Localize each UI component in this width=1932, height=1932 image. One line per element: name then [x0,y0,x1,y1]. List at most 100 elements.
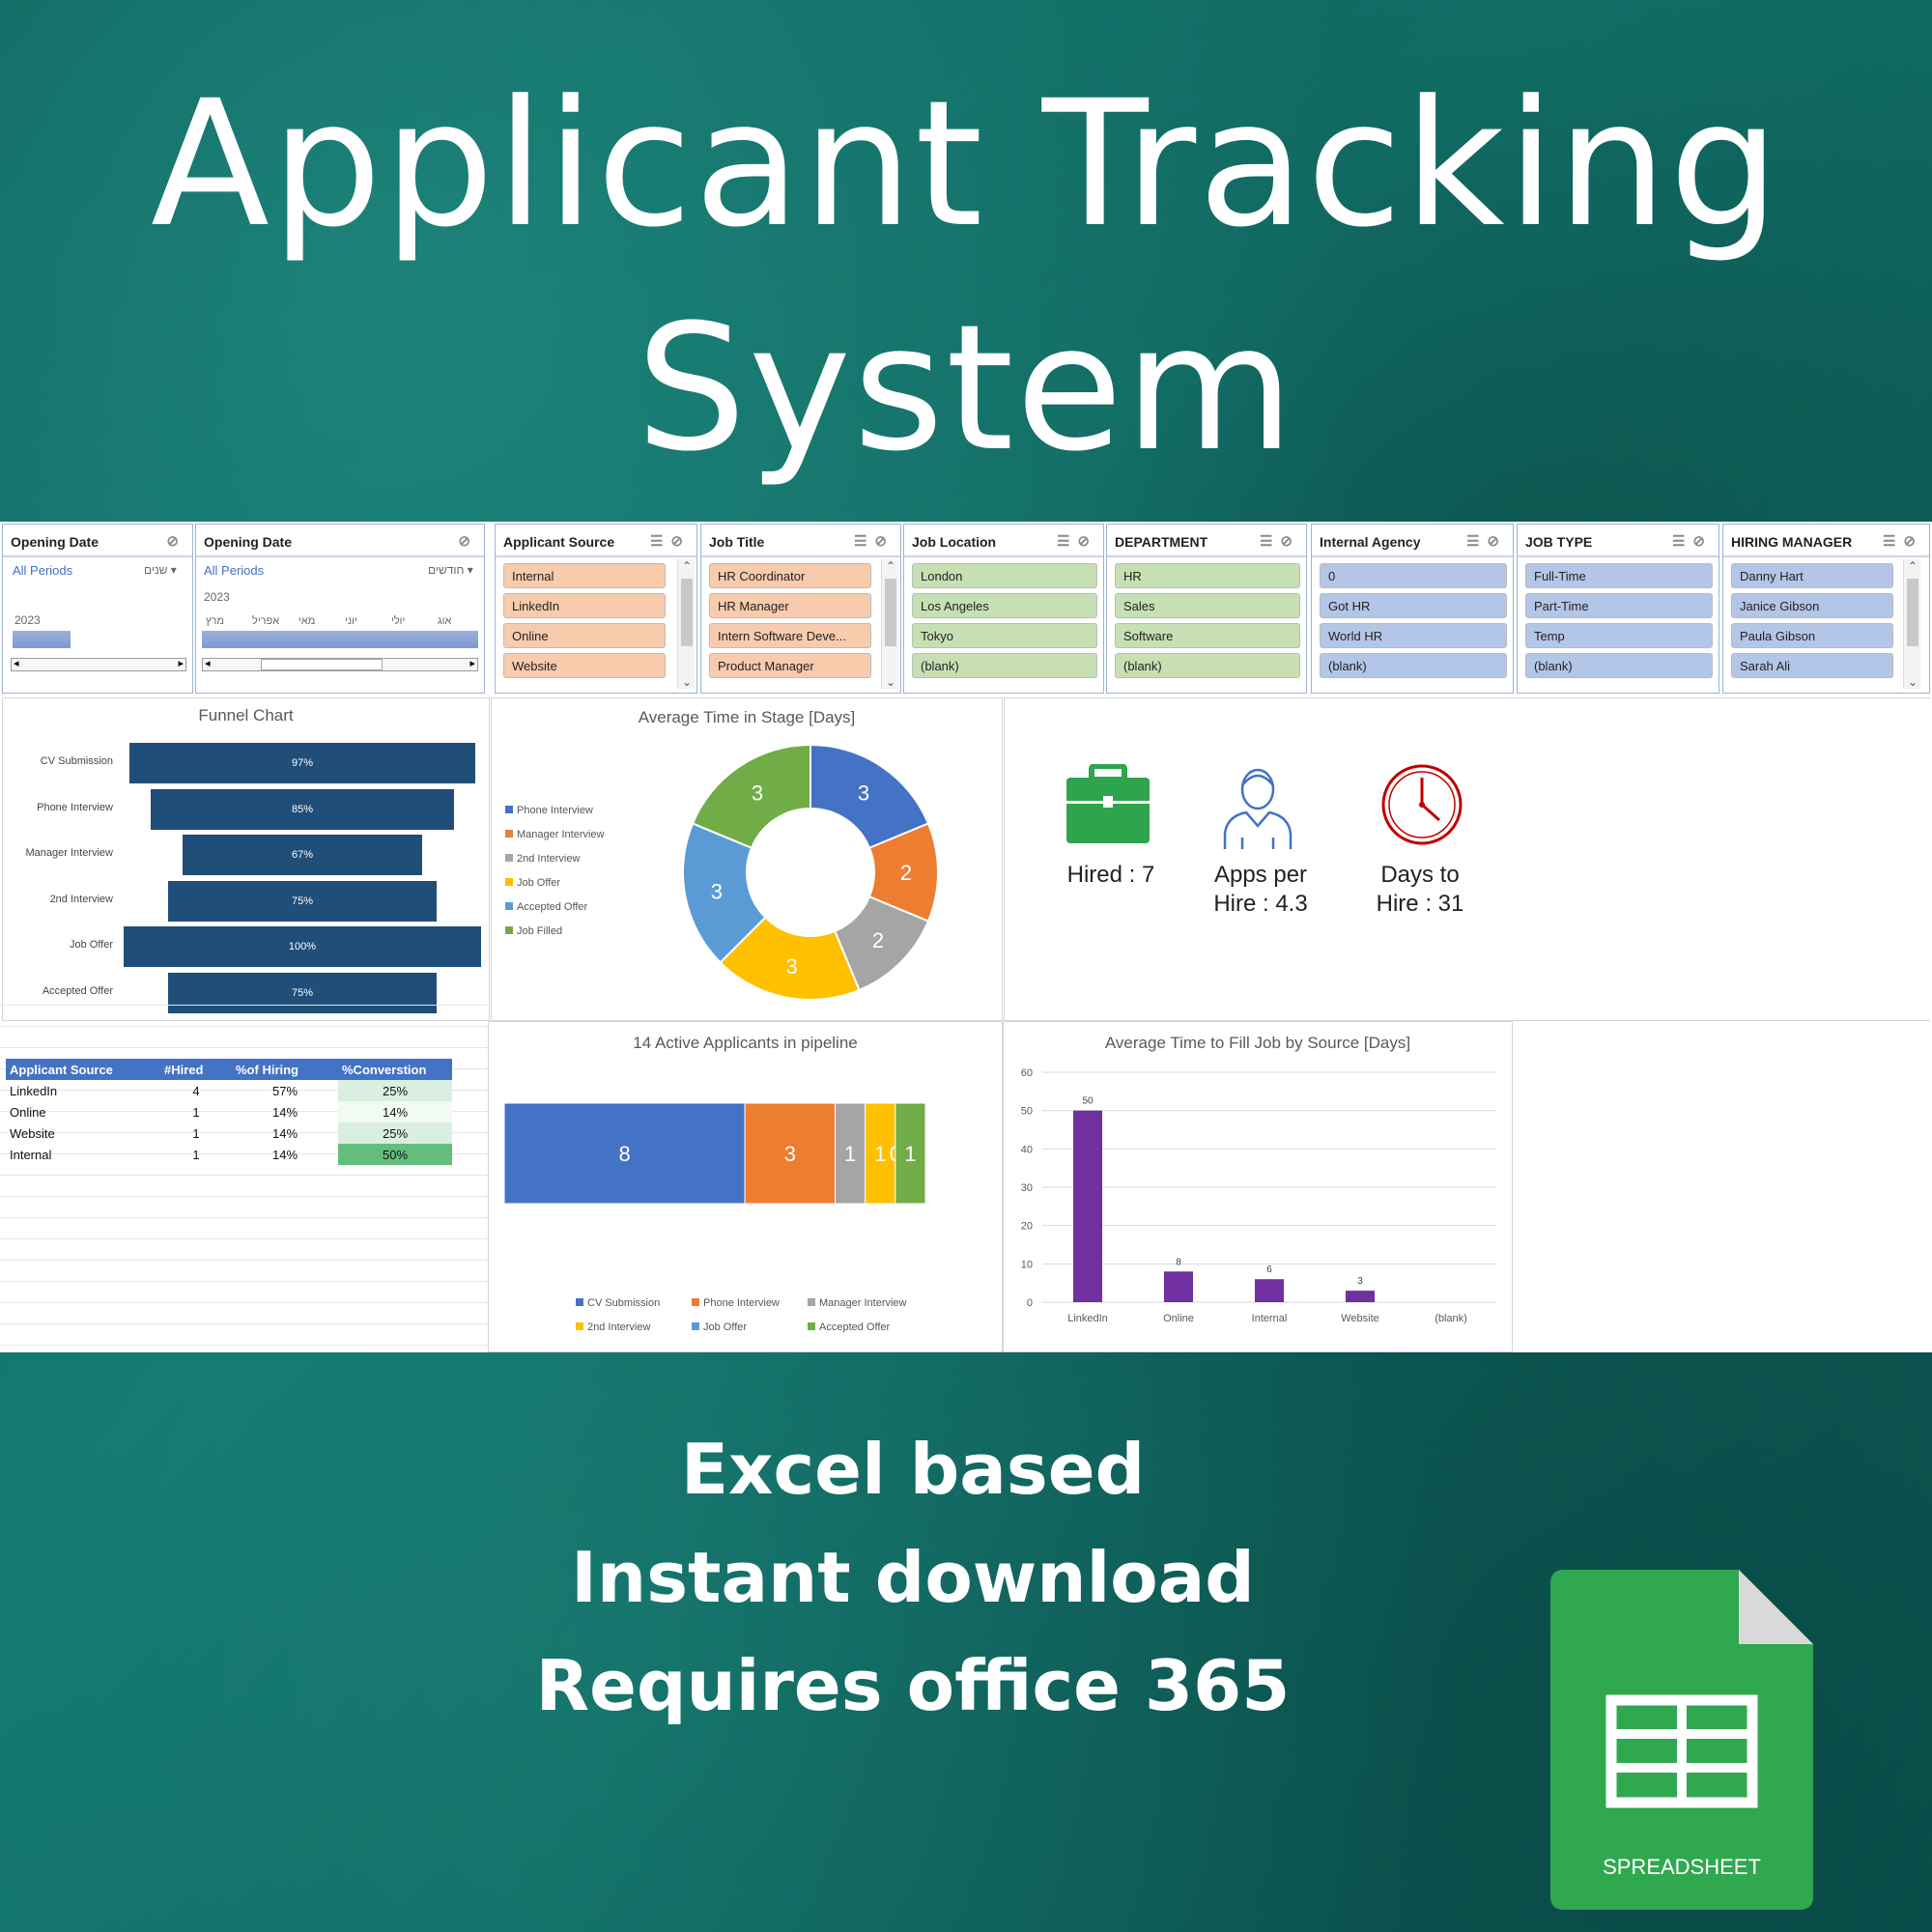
slicer-item[interactable]: Online [503,623,666,648]
funnel-bar: 85% [150,788,455,830]
legend-label: Manager Interview [819,1297,907,1309]
scroll-right-icon[interactable]: ▸ [178,657,184,669]
slicer-item[interactable]: HR Coordinator [709,563,871,588]
timeline-period-bar[interactable] [202,631,478,648]
slicer-item[interactable]: HR [1115,563,1300,588]
slicer-item[interactable]: Full-Time [1525,563,1713,588]
cell-conversion: 25% [338,1122,452,1144]
chart-title: Average Time to Fill Job by Source [Days… [1104,1034,1411,1052]
legend-item: Job Filled [505,925,562,937]
slicer-job-title: Job Title ☰⊘ HR Coordinator HR Manager I… [700,524,901,694]
hero-title: Applicant Tracking System [0,53,1932,501]
multi-select-icon[interactable]: ☰⊘ [1466,532,1507,550]
slicer-item[interactable]: Tokyo [912,623,1097,648]
slicer-title: Job Location [912,534,997,550]
y-tick-label: 40 [1021,1144,1033,1155]
cell-source: Internal [10,1147,52,1162]
slicer-item[interactable]: 0 [1320,563,1507,588]
timeline-opening-date-months[interactable]: Opening Date ⊘ All Periods חודשים ▾ 2023… [195,524,485,694]
slicer-item[interactable]: Product Manager [709,653,871,678]
legend-label: 2nd Interview [587,1321,651,1333]
cell-source: Website [10,1125,55,1141]
funnel-bar: 75% [168,880,437,922]
slicer-item[interactable]: Los Angeles [912,593,1097,618]
timeline-month: מרץ [206,615,224,627]
timeline-header: Opening Date ⊘ [196,525,484,557]
slicer-item[interactable]: (blank) [1525,653,1713,678]
multi-select-icon[interactable]: ☰⊘ [1883,532,1923,550]
timeline-period-bar[interactable] [13,631,71,648]
slicer-title: Internal Agency [1320,534,1421,550]
slicer-item[interactable]: Temp [1525,623,1713,648]
legend-item: CV Submission [576,1297,660,1309]
slicer-hiring-manager: HIRING MANAGER ☰⊘ Danny Hart Janice Gibs… [1722,524,1930,694]
column-header: Applicant Source [6,1059,160,1080]
slicer-item[interactable]: World HR [1320,623,1507,648]
slicer-scrollbar[interactable]: ⌃ ⌄ [1903,559,1920,689]
timeline-level-dropdown[interactable]: שנים ▾ [144,563,177,577]
slicer-item[interactable]: Danny Hart [1731,563,1893,588]
slicer-item[interactable]: HR Manager [709,593,871,618]
slicer-item[interactable]: Sales [1115,593,1300,618]
pipeline-data-label: 1 [904,1142,916,1166]
slicer-item[interactable]: (blank) [912,653,1097,678]
slicer-item[interactable]: LinkedIn [503,593,666,618]
chart-title: 14 Active Applicants in pipeline [633,1034,858,1052]
scroll-left-icon[interactable]: ◂ [14,657,19,669]
clear-filter-icon[interactable]: ⊘ [166,532,186,550]
scroll-left-icon[interactable]: ◂ [205,657,211,669]
timeline-scrollbar[interactable]: ◂ ▸ [202,658,478,671]
multi-select-icon[interactable]: ☰⊘ [854,532,895,550]
chevron-up-icon: ⌃ [681,559,693,573]
legend-swatch [505,926,513,934]
slicer-item[interactable]: Part-Time [1525,593,1713,618]
slicer-job-location: Job Location ☰⊘ London Los Angeles Tokyo… [903,524,1104,694]
slicer-applicant-source: Applicant Source ☰⊘ Internal LinkedIn On… [495,524,697,694]
slicer-item[interactable]: Janice Gibson [1731,593,1893,618]
kpi-days-to-hire: Days to Hire : 31 [1333,861,1507,919]
cell-conversion: 14% [338,1101,452,1122]
donut-plot: 3 2 2 3 3 3 [682,743,939,1001]
kpi-days-line1: Days to [1380,862,1460,888]
funnel-bar: 97% [128,743,476,783]
slicer-title: JOB TYPE [1525,534,1593,550]
slicer-item[interactable]: Software [1115,623,1300,648]
legend-label: 2nd Interview [517,853,581,865]
chart-legend: Phone Interview Manager Interview 2nd Inte… [505,805,640,950]
y-tick-label: 50 [1021,1106,1033,1118]
scroll-right-icon[interactable]: ▸ [469,657,475,669]
slicer-row: Opening Date ⊘ All Periods שנים ▾ 2023 ◂… [0,522,1932,696]
footer-line3: Requires office 365 [535,1645,1291,1726]
cell-hiring-pct: 14% [271,1147,298,1162]
timeline-scrollbar[interactable]: ◂ ▸ [11,658,186,671]
multi-select-icon[interactable]: ☰⊘ [1672,532,1713,550]
slicer-item[interactable]: Paula Gibson [1731,623,1893,648]
slicer-scrollbar[interactable]: ⌃ ⌄ [677,559,695,689]
kpi-days-line2: Hire : 31 [1376,891,1464,917]
legend-swatch [808,1298,815,1306]
dashboard: Opening Date ⊘ All Periods שנים ▾ 2023 ◂… [0,522,1932,1352]
cell-source: LinkedIn [10,1083,58,1098]
slicer-title: DEPARTMENT [1115,534,1208,550]
timeline-opening-date-years[interactable]: Opening Date ⊘ All Periods שנים ▾ 2023 ◂… [2,524,193,694]
slicer-item[interactable]: Internal [503,563,666,588]
multi-select-icon[interactable]: ☰⊘ [1057,532,1097,550]
slicer-item[interactable]: London [912,563,1097,588]
timeline-month: אוג [438,615,452,627]
multi-select-icon[interactable]: ☰⊘ [650,532,691,550]
timeline-level-dropdown[interactable]: חודשים ▾ [428,563,473,577]
slicer-item[interactable]: Sarah Ali [1731,653,1893,678]
chart-legend: CV Submission Phone Interview Manager Inte… [576,1297,962,1346]
funnel-category-label: Accepted Offer [42,984,113,997]
slicer-item[interactable]: Website [503,653,666,678]
kpi-apps-line1: Apps per [1213,862,1308,888]
clear-filter-icon[interactable]: ⊘ [458,532,478,550]
timeline-scroll-thumb[interactable] [261,659,383,670]
hero-title-line2: System [636,288,1296,490]
slicer-item[interactable]: Intern Software Deve... [709,623,871,648]
slicer-item[interactable]: Got HR [1320,593,1507,618]
slicer-item[interactable]: (blank) [1115,653,1300,678]
slicer-scrollbar[interactable]: ⌃ ⌄ [881,559,898,689]
slicer-item[interactable]: (blank) [1320,653,1507,678]
multi-select-icon[interactable]: ☰⊘ [1260,532,1300,550]
